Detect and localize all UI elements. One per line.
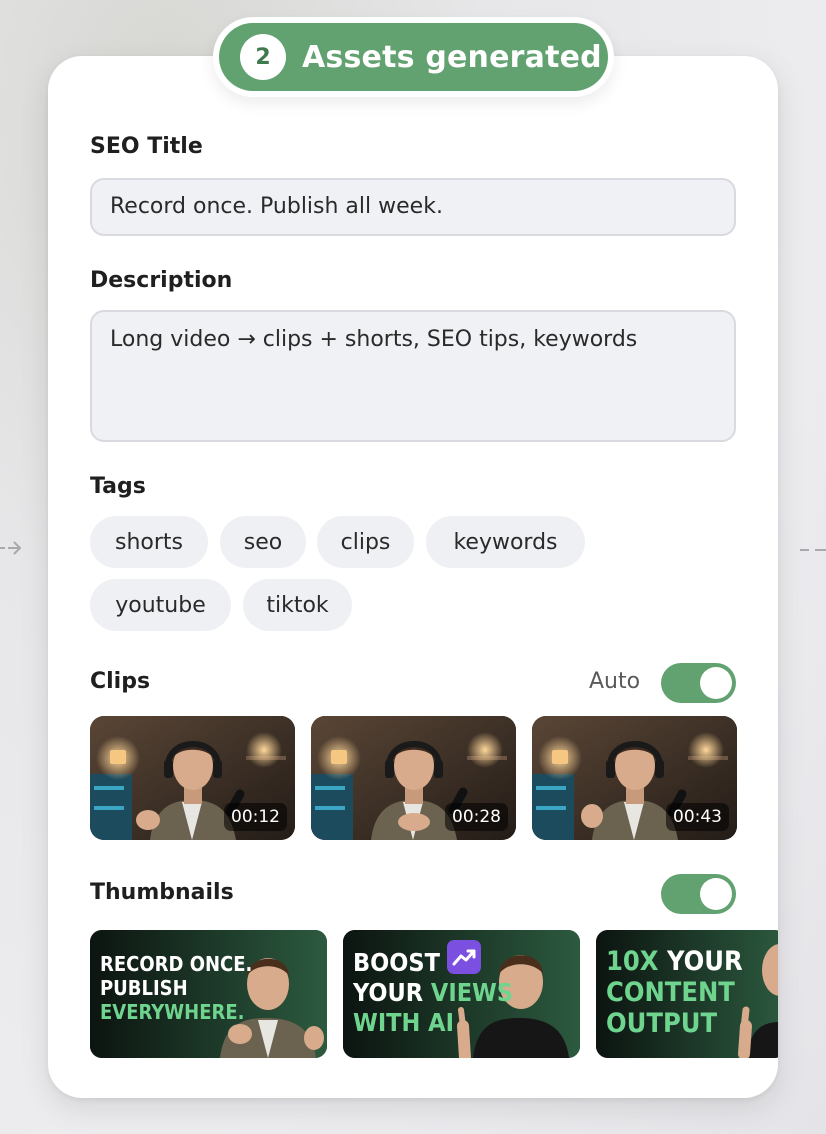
tags-label: Tags xyxy=(90,474,146,499)
thumbnail-card[interactable]: RECORD ONCE. PUBLISH EVERYWHERE. xyxy=(90,930,327,1058)
tag-chip[interactable]: seo xyxy=(220,516,306,568)
tag-chip[interactable]: tiktok xyxy=(243,579,352,631)
clip-card[interactable]: 00:28 xyxy=(311,716,516,840)
clip-card[interactable]: 00:12 xyxy=(90,716,295,840)
clips-auto-toggle[interactable] xyxy=(661,663,736,703)
badge-title: Assets generated xyxy=(302,39,602,75)
tag-chip[interactable]: youtube xyxy=(90,579,231,631)
thumbnail-card[interactable]: 10x YOUR CONTENT OUTPUT xyxy=(596,930,778,1058)
tag-chip[interactable]: shorts xyxy=(90,516,208,568)
toggle-knob xyxy=(700,878,732,910)
thumbnails-toggle[interactable] xyxy=(661,874,736,914)
clip-card[interactable]: 00:43 xyxy=(532,716,737,840)
toggle-knob xyxy=(700,667,732,699)
auto-label: Auto xyxy=(589,669,641,694)
clip-duration: 00:12 xyxy=(224,803,287,831)
clips-label: Clips xyxy=(90,669,151,694)
clip-duration: 00:28 xyxy=(445,803,508,831)
assets-card: SEO Title Record once. Publish all week.… xyxy=(48,56,778,1098)
thumbnails-label: Thumbnails xyxy=(90,880,234,905)
badge-pill: 2 Assets generated xyxy=(219,23,608,91)
tag-chip[interactable]: clips xyxy=(317,516,414,568)
thumbnail-headline: 10x YOUR CONTENT OUTPUT xyxy=(606,946,743,1039)
assets-generated-badge: 2 Assets generated xyxy=(213,17,614,97)
step-number: 2 xyxy=(240,34,286,80)
seo-title-label: SEO Title xyxy=(90,134,203,159)
thumbnail-headline: BOOST YOUR VIEWS WITH AI xyxy=(353,948,514,1037)
seo-title-field[interactable]: Record once. Publish all week. xyxy=(90,178,736,236)
description-label: Description xyxy=(90,268,233,293)
tag-chip[interactable]: keywords xyxy=(426,516,585,568)
clip-duration: 00:43 xyxy=(666,803,729,831)
thumbnail-card[interactable]: BOOST YOUR VIEWS WITH AI xyxy=(343,930,580,1058)
description-field[interactable]: Long video → clips + shorts, SEO tips, k… xyxy=(90,310,736,442)
thumbnail-headline: RECORD ONCE. PUBLISH EVERYWHERE. xyxy=(100,952,253,1024)
left-arrow-connector-icon xyxy=(0,541,22,555)
right-dashed-connector xyxy=(800,549,826,551)
